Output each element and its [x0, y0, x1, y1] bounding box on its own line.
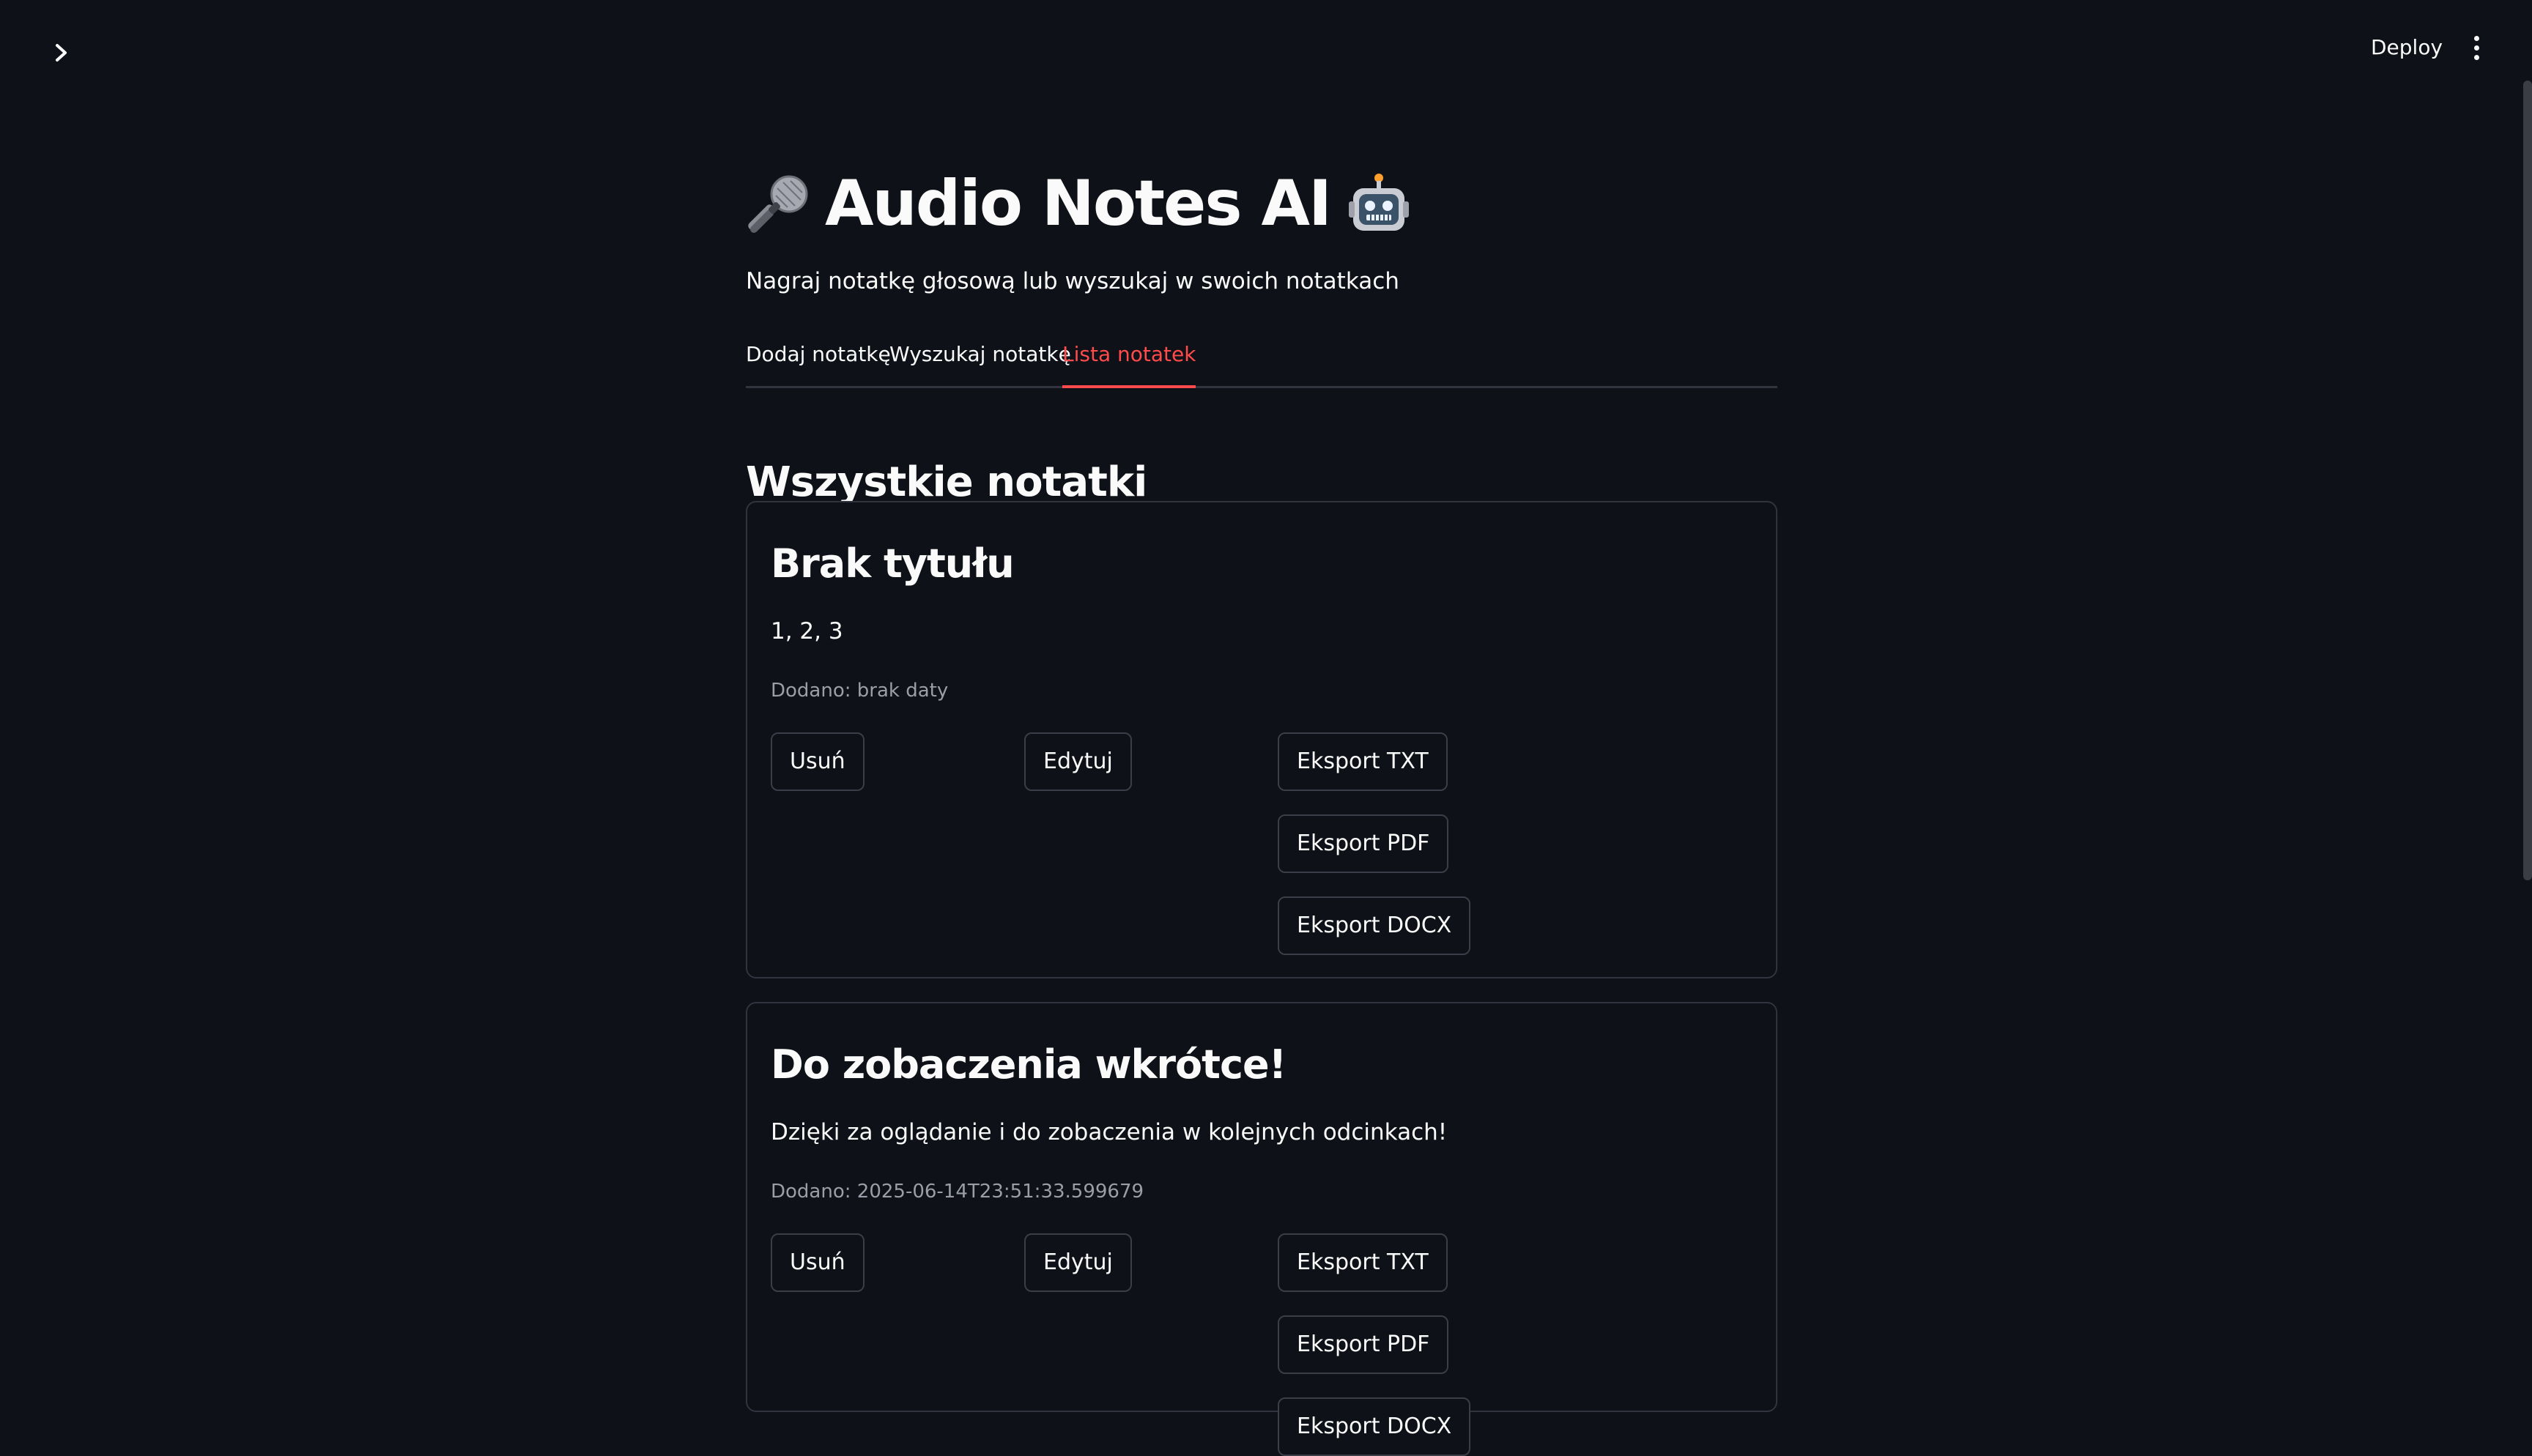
top-header-bar: Deploy	[0, 0, 2532, 97]
delete-button[interactable]: Usuń	[771, 1233, 865, 1292]
more-vertical-icon-dot	[2473, 45, 2479, 51]
export-txt-button[interactable]: Eksport TXT	[1278, 1233, 1448, 1292]
page-title: Audio Notes AI	[825, 167, 1332, 240]
delete-button[interactable]: Usuń	[771, 732, 865, 791]
deploy-button[interactable]: Deploy	[2359, 29, 2454, 66]
more-vertical-icon-dot	[2473, 54, 2479, 60]
more-vertical-icon-dot	[2473, 35, 2479, 41]
tab-search-note[interactable]: Wyszukaj notatkę	[889, 338, 1071, 388]
tab-notes-list[interactable]: Lista notatek	[1062, 338, 1196, 388]
main-menu-button[interactable]	[2462, 29, 2491, 66]
page-subtitle: Nagraj notatkę głosową lub wyszukaj w sw…	[746, 268, 1399, 294]
note-content: 1, 2, 3	[771, 618, 843, 645]
export-docx-button[interactable]: Eksport DOCX	[1278, 896, 1471, 955]
note-content: Dzięki za oglądanie i do zobaczenia w ko…	[771, 1119, 1448, 1145]
note-card: Do zobaczenia wkrótce! Dzięki za oglądan…	[746, 1002, 1777, 1456]
page-title-row: Audio Notes AI	[746, 160, 1413, 248]
chevron-right-icon	[56, 44, 67, 62]
note-date: Dodano: brak daty	[771, 680, 949, 702]
edit-button[interactable]: Edytuj	[1024, 732, 1132, 791]
sidebar-expand-button[interactable]	[47, 38, 76, 67]
scrollbar-thumb[interactable]	[2523, 81, 2532, 880]
export-txt-button[interactable]: Eksport TXT	[1278, 732, 1448, 791]
edit-button[interactable]: Edytuj	[1024, 1233, 1132, 1292]
export-pdf-button[interactable]: Eksport PDF	[1278, 1315, 1449, 1374]
tab-bar: Dodaj notatkę Wyszukaj notatkę Lista not…	[746, 338, 1777, 388]
note-card: Brak tytułu 1, 2, 3 Dodano: brak daty Us…	[746, 501, 1777, 978]
note-title: Brak tytułu	[771, 541, 1015, 587]
microphone-icon	[746, 170, 813, 237]
export-docx-button[interactable]: Eksport DOCX	[1278, 1397, 1471, 1456]
section-heading: Wszystkie notatki	[746, 458, 1147, 507]
export-pdf-button[interactable]: Eksport PDF	[1278, 814, 1449, 873]
tab-add-note[interactable]: Dodaj notatkę	[746, 338, 891, 388]
note-date: Dodano: 2025-06-14T23:51:33.599679	[771, 1181, 1144, 1203]
note-title: Do zobaczenia wkrótce!	[771, 1041, 1287, 1088]
robot-icon	[1345, 170, 1413, 237]
